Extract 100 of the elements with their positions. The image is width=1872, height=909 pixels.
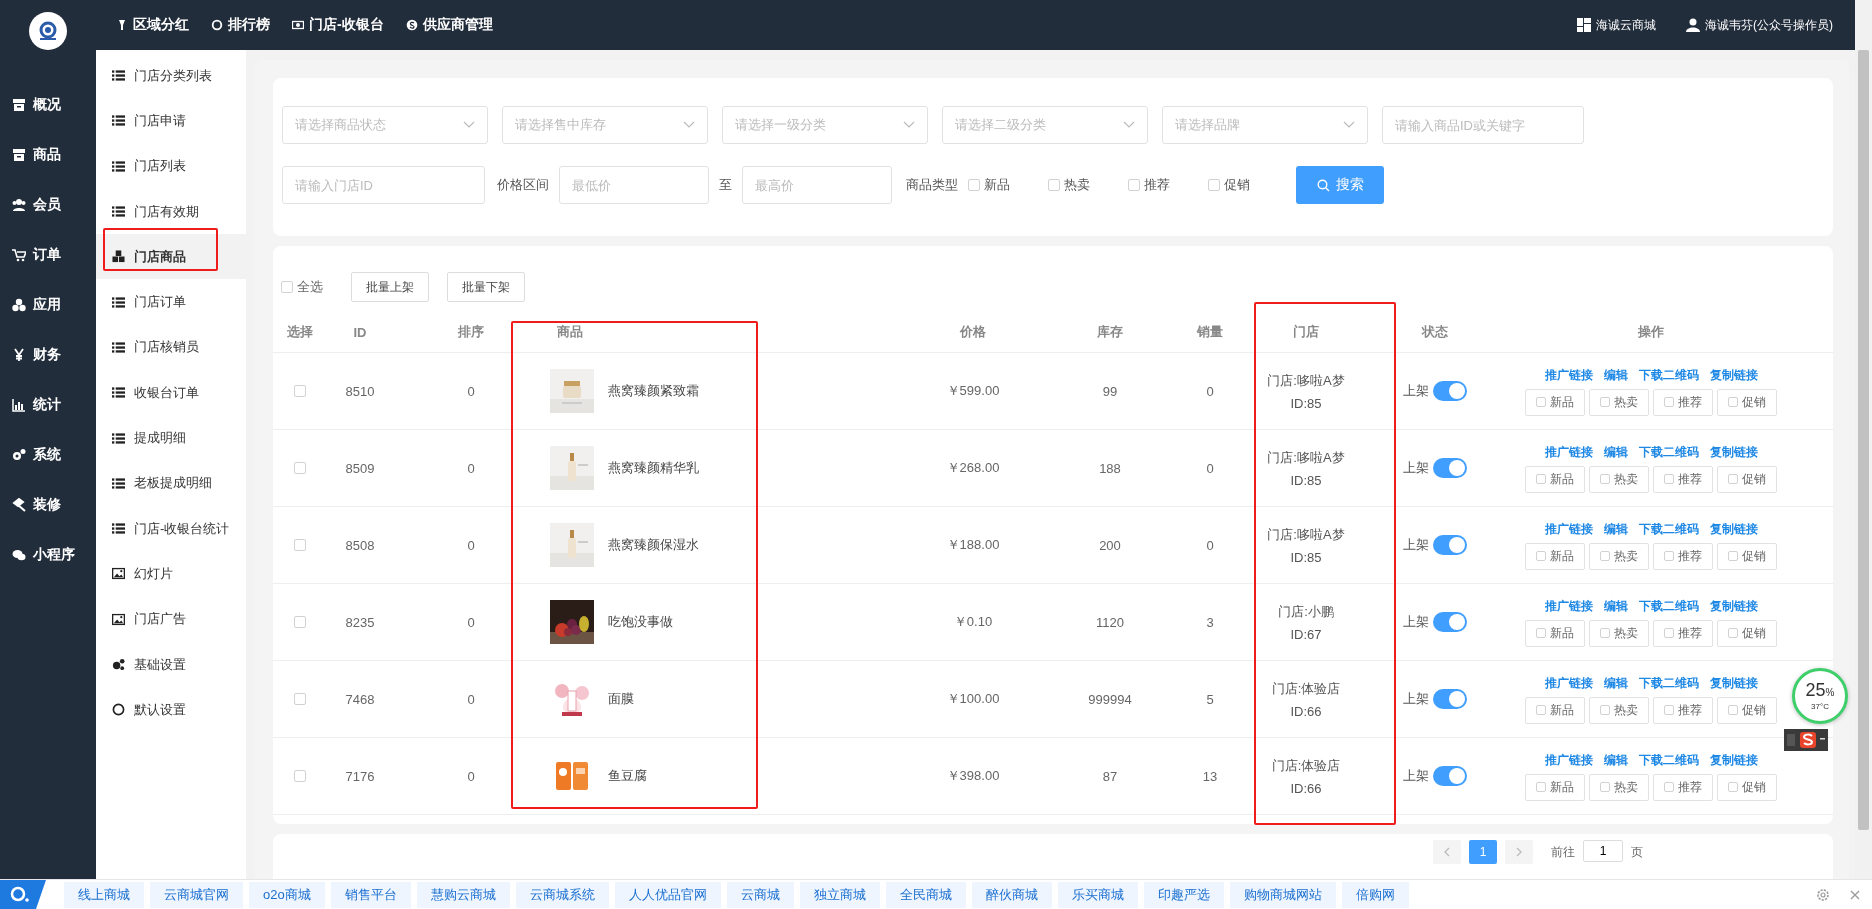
action-link[interactable]: 编辑 (1603, 366, 1628, 384)
tag-toggle-button[interactable]: 促销 (1717, 388, 1777, 416)
settings-icon[interactable] (1816, 887, 1830, 902)
action-link[interactable]: 下载二维码 (1638, 674, 1699, 692)
next-page-button[interactable] (1505, 840, 1533, 864)
toggle-switch[interactable] (1433, 458, 1467, 478)
menu-item[interactable]: 提成明细 (96, 415, 246, 461)
toggle-switch[interactable] (1433, 766, 1467, 786)
nav-item[interactable]: 财务 (0, 330, 96, 380)
checkbox[interactable] (968, 179, 980, 191)
nav-item[interactable]: 应用 (0, 280, 96, 330)
action-link[interactable]: 编辑 (1603, 520, 1628, 538)
footer-link[interactable]: 慧购云商城 (416, 881, 510, 908)
checkbox[interactable] (1128, 179, 1140, 191)
action-link[interactable]: 编辑 (1603, 674, 1628, 692)
footer-link[interactable]: 独立商城 (799, 881, 880, 908)
action-link[interactable]: 下载二维码 (1638, 366, 1699, 384)
footer-link[interactable]: 醉伙商城 (971, 881, 1052, 908)
toggle-switch[interactable] (1433, 689, 1467, 709)
action-link[interactable]: 编辑 (1603, 751, 1628, 769)
action-link[interactable]: 复制链接 (1709, 443, 1758, 461)
action-link[interactable]: 推广链接 (1544, 366, 1593, 384)
action-link[interactable]: 复制链接 (1709, 366, 1758, 384)
tag-toggle-button[interactable]: 推荐 (1653, 465, 1713, 493)
action-link[interactable]: 下载二维码 (1638, 597, 1699, 615)
menu-item[interactable]: 门店商品 (96, 234, 246, 280)
menu-item[interactable]: 老板提成明细 (96, 460, 246, 506)
footer-link[interactable]: 倍购网 (1341, 881, 1409, 908)
tag-toggle-button[interactable]: 新品 (1525, 696, 1585, 724)
nav-item[interactable]: 商品 (0, 130, 96, 180)
tag-toggle-button[interactable]: 促销 (1717, 619, 1777, 647)
keyword-field[interactable]: 请输入商品ID或关键字 (1382, 106, 1584, 144)
action-link[interactable]: 复制链接 (1709, 520, 1758, 538)
page-input[interactable]: 1 (1583, 840, 1623, 862)
action-link[interactable]: 推广链接 (1544, 674, 1593, 692)
action-link[interactable]: 复制链接 (1709, 674, 1758, 692)
menu-item[interactable]: 门店核销员 (96, 324, 246, 371)
footer-link[interactable]: 印趣严选 (1143, 881, 1224, 908)
row-checkbox[interactable] (294, 693, 306, 705)
menu-item[interactable]: 门店订单 (96, 279, 246, 325)
toggle-switch[interactable] (1433, 381, 1467, 401)
action-link[interactable]: 复制链接 (1709, 597, 1758, 615)
tag-toggle-button[interactable]: 推荐 (1653, 773, 1713, 801)
footer-link[interactable]: o2o商城 (249, 881, 325, 908)
toggle-switch[interactable] (1433, 612, 1467, 632)
toggle-switch[interactable] (1433, 535, 1467, 555)
nav-item[interactable]: 系统 (0, 430, 96, 480)
tag-toggle-button[interactable]: 推荐 (1653, 619, 1713, 647)
tag-toggle-button[interactable]: 热卖 (1589, 465, 1649, 493)
nav-item[interactable]: 概况 (0, 80, 96, 130)
menu-item[interactable]: 门店列表 (96, 143, 246, 189)
footer-link[interactable]: 线上商城 (64, 881, 144, 908)
tag-toggle-button[interactable]: 热卖 (1589, 388, 1649, 416)
action-link[interactable]: 编辑 (1603, 597, 1628, 615)
tag-toggle-button[interactable]: 新品 (1525, 773, 1585, 801)
menu-item[interactable]: 门店广告 (96, 596, 246, 642)
tag-toggle-button[interactable]: 推荐 (1653, 696, 1713, 724)
menu-item[interactable]: 基础设置 (96, 641, 246, 688)
logo-icon[interactable] (0, 880, 46, 909)
top-nav-item[interactable]: 区域分红 (116, 16, 189, 34)
top-nav-item[interactable]: 排行榜 (211, 16, 270, 34)
action-link[interactable]: 推广链接 (1544, 751, 1593, 769)
tag-toggle-button[interactable]: 热卖 (1589, 773, 1649, 801)
header-link[interactable]: 海诚韦芬(公众号操作员) (1686, 16, 1833, 34)
action-link[interactable]: 下载二维码 (1638, 751, 1699, 769)
footer-link[interactable]: 全民商城 (885, 881, 966, 908)
nav-item[interactable]: 装修 (0, 480, 96, 530)
row-checkbox[interactable] (294, 770, 306, 782)
tag-toggle-button[interactable]: 推荐 (1653, 542, 1713, 570)
ime-toolbar-icon[interactable] (1784, 729, 1828, 751)
checkbox[interactable] (281, 281, 293, 293)
nav-item[interactable]: 统计 (0, 380, 96, 430)
close-icon[interactable] (1850, 889, 1860, 900)
nav-item[interactable]: 小程序 (0, 530, 96, 580)
menu-item[interactable]: 默认设置 (96, 687, 246, 733)
tag-toggle-button[interactable]: 促销 (1717, 773, 1777, 801)
row-checkbox[interactable] (294, 616, 306, 628)
tag-toggle-button[interactable]: 热卖 (1589, 619, 1649, 647)
action-link[interactable]: 下载二维码 (1638, 443, 1699, 461)
header-link[interactable]: 海诚云商城 (1577, 16, 1656, 34)
bulk-action-button[interactable]: 批量上架 (351, 272, 429, 302)
footer-link[interactable]: 购物商城网站 (1229, 881, 1336, 908)
menu-item[interactable]: 收银台订单 (96, 370, 246, 416)
action-link[interactable]: 推广链接 (1544, 443, 1593, 461)
footer-link[interactable]: 销售平台 (330, 881, 411, 908)
tag-toggle-button[interactable]: 热卖 (1589, 696, 1649, 724)
tag-toggle-button[interactable]: 新品 (1525, 542, 1585, 570)
action-link[interactable]: 编辑 (1603, 443, 1628, 461)
tag-toggle-button[interactable]: 新品 (1525, 388, 1585, 416)
row-checkbox[interactable] (294, 539, 306, 551)
footer-link[interactable]: 乐买商城 (1057, 881, 1138, 908)
action-link[interactable]: 推广链接 (1544, 597, 1593, 615)
tag-toggle-button[interactable]: 新品 (1525, 465, 1585, 493)
action-link[interactable]: 复制链接 (1709, 751, 1758, 769)
footer-link[interactable]: 云商城 (726, 881, 794, 908)
footer-link[interactable]: 云商城系统 (515, 881, 609, 908)
footer-link[interactable]: 人人优品官网 (614, 881, 721, 908)
top-nav-item[interactable]: 供应商管理 (405, 16, 493, 34)
menu-item[interactable]: 门店-收银台统计 (96, 505, 246, 552)
menu-item[interactable]: 门店有效期 (96, 188, 246, 235)
